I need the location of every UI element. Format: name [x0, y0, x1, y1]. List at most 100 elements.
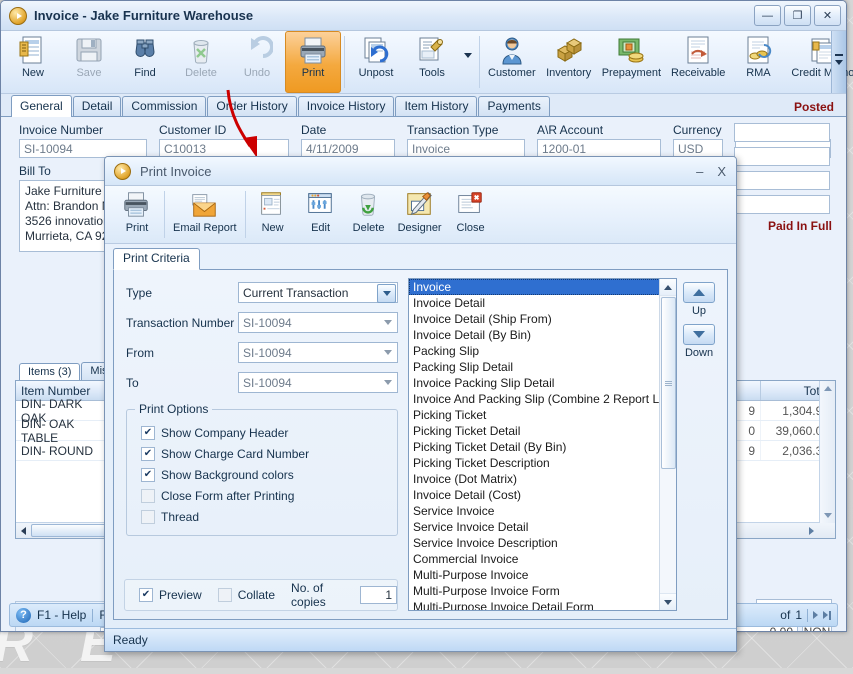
collate-checkbox-row[interactable]: Collate: [217, 588, 275, 602]
grid-scroll-down-button[interactable]: [823, 508, 832, 523]
criteria-combo-transaction-number[interactable]: SI-10094: [238, 312, 398, 333]
dialog-button-new[interactable]: New: [249, 186, 297, 243]
copies-input[interactable]: 1: [360, 586, 397, 604]
checkbox-show-charge-card-number[interactable]: ✔: [141, 446, 155, 461]
print-option-row[interactable]: Thread: [141, 506, 389, 527]
grid-scroll-right-button[interactable]: [804, 524, 819, 537]
list-item[interactable]: Picking Ticket Description: [409, 455, 660, 471]
toolbar-button-prepayment[interactable]: Prepayment: [597, 31, 666, 93]
checkbox-show-company-header[interactable]: ✔: [141, 425, 155, 440]
dialog-button-delete[interactable]: Delete: [345, 186, 393, 243]
list-scroll-down-button[interactable]: [660, 593, 676, 610]
print-option-row[interactable]: ✔ Show Background colors: [141, 464, 389, 485]
list-item[interactable]: Packing Slip: [409, 343, 660, 359]
list-item[interactable]: Picking Ticket Detail: [409, 423, 660, 439]
checkbox-show-background-colors[interactable]: ✔: [141, 467, 155, 482]
list-item[interactable]: Invoice Detail (By Bin): [409, 327, 660, 343]
list-item[interactable]: Picking Ticket: [409, 407, 660, 423]
chevron-down-icon[interactable]: [377, 284, 396, 303]
tab-order-history[interactable]: Order History: [207, 96, 297, 116]
list-scroll-up-button[interactable]: [660, 279, 676, 296]
move-up-button[interactable]: [683, 282, 715, 303]
list-item[interactable]: Service Invoice Detail: [409, 519, 660, 535]
chevron-down-icon[interactable]: [379, 344, 396, 361]
grid-vertical-scrollbar[interactable]: [819, 381, 835, 523]
list-item[interactable]: Invoice And Packing Slip (Combine 2 Repo…: [409, 391, 660, 407]
new-report-icon: [257, 189, 289, 221]
toolbar-button-save[interactable]: Save: [61, 31, 117, 93]
dialog-button-close[interactable]: Close: [447, 186, 495, 243]
dialog-button-print[interactable]: Print: [113, 186, 161, 243]
list-item[interactable]: Multi-Purpose Invoice: [409, 567, 660, 583]
close-button[interactable]: ✕: [814, 5, 841, 26]
right-field-4[interactable]: [734, 195, 830, 214]
dialog-button-designer[interactable]: Designer: [393, 186, 447, 243]
toolbar-button-find[interactable]: Find: [117, 31, 173, 93]
toolbar-button-customer[interactable]: Customer: [483, 31, 541, 93]
tab-item-history[interactable]: Item History: [395, 96, 478, 116]
list-item[interactable]: Packing Slip Detail: [409, 359, 660, 375]
print-option-row[interactable]: ✔ Show Charge Card Number: [141, 443, 389, 464]
preview-checkbox-row[interactable]: ✔ Preview: [139, 588, 202, 602]
report-list[interactable]: Invoice Invoice Detail Invoice Detail (Shi…: [408, 278, 677, 611]
chevron-down-icon[interactable]: [379, 374, 396, 391]
report-list-scrollbar[interactable]: [659, 279, 676, 610]
tab-invoice-history[interactable]: Invoice History: [297, 96, 395, 116]
move-down-button[interactable]: [683, 324, 715, 345]
list-item[interactable]: Service Invoice: [409, 503, 660, 519]
list-item[interactable]: Multi-Purpose Invoice Detail Form: [409, 599, 660, 610]
list-item[interactable]: Multi-Purpose Invoice Form: [409, 583, 660, 599]
print-option-row[interactable]: ✔ Show Company Header: [141, 422, 389, 443]
list-item[interactable]: Invoice Detail: [409, 295, 660, 311]
right-field-2[interactable]: [734, 147, 830, 166]
grid-scroll-up-button[interactable]: [823, 381, 832, 396]
list-item[interactable]: Picking Ticket Detail (By Bin): [409, 439, 660, 455]
grid-scroll-left-button[interactable]: [16, 524, 31, 537]
list-item[interactable]: Invoice: [409, 279, 660, 295]
checkbox-close-form-after-printing[interactable]: [141, 488, 155, 503]
tab-print-criteria[interactable]: Print Criteria: [113, 248, 200, 270]
criteria-combo-type[interactable]: Current Transaction: [238, 282, 398, 303]
dialog-button-email-report[interactable]: Email Report: [168, 186, 242, 243]
tab-commission[interactable]: Commission: [122, 96, 207, 116]
toolbar-button-delete[interactable]: Delete: [173, 31, 229, 93]
right-field-1[interactable]: [734, 123, 830, 142]
toolbar-button-rma[interactable]: RMA: [730, 31, 786, 93]
toolbar-button-undo[interactable]: Undo: [229, 31, 285, 93]
criteria-combo-from[interactable]: SI-10094: [238, 342, 398, 363]
toolbar-button-print[interactable]: Print: [285, 31, 341, 93]
tools-dropdown-arrow[interactable]: [460, 17, 476, 93]
preview-checkbox[interactable]: ✔: [139, 588, 153, 602]
pager-next-icon[interactable]: [813, 611, 818, 619]
toolbar-button-receivable[interactable]: Receivable: [666, 31, 730, 93]
tab-payments[interactable]: Payments: [478, 96, 550, 116]
minimize-button[interactable]: —: [754, 5, 781, 26]
toolbar-button-tools[interactable]: Tools: [404, 31, 460, 93]
print-option-row[interactable]: Close Form after Printing: [141, 485, 389, 506]
tab-detail[interactable]: Detail: [72, 96, 122, 116]
pager-last-icon[interactable]: [823, 610, 831, 620]
list-item[interactable]: Commercial Invoice: [409, 551, 660, 567]
list-scroll-thumb[interactable]: [660, 297, 676, 469]
list-item[interactable]: Invoice Detail (Cost): [409, 487, 660, 503]
toolbar-button-inventory[interactable]: Inventory: [541, 31, 597, 93]
toolbar-button-unpost[interactable]: Unpost: [348, 31, 404, 93]
toolbar-button-new[interactable]: New: [5, 31, 61, 93]
dialog-title: Print Invoice: [140, 163, 212, 179]
maximize-button[interactable]: ❐: [784, 5, 811, 26]
list-item[interactable]: Service Invoice Description: [409, 535, 660, 551]
collate-checkbox[interactable]: [217, 588, 232, 602]
help-label[interactable]: F1 - Help: [37, 608, 86, 622]
chevron-down-icon[interactable]: [379, 314, 396, 331]
dialog-close-button[interactable]: X: [717, 164, 726, 179]
right-field-3[interactable]: [734, 171, 830, 190]
dialog-minimize-button[interactable]: –: [696, 164, 703, 179]
tab-general[interactable]: General: [11, 95, 72, 117]
list-item[interactable]: Invoice (Dot Matrix): [409, 471, 660, 487]
criteria-combo-to[interactable]: SI-10094: [238, 372, 398, 393]
toolbar-overflow-button[interactable]: [831, 31, 846, 93]
checkbox-thread[interactable]: [141, 509, 155, 524]
dialog-button-edit[interactable]: Edit: [297, 186, 345, 243]
list-item[interactable]: Invoice Packing Slip Detail: [409, 375, 660, 391]
list-item[interactable]: Invoice Detail (Ship From): [409, 311, 660, 327]
